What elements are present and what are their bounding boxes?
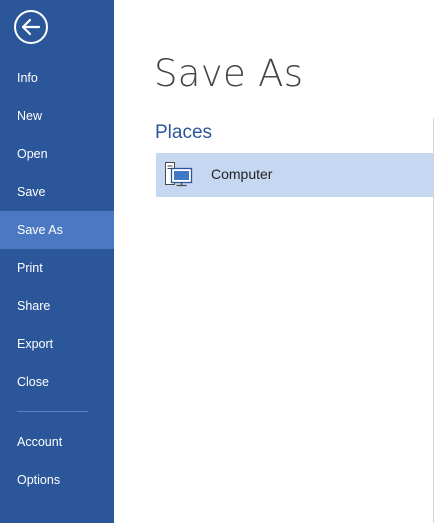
nav-item-share[interactable]: Share [0,287,114,325]
places-separator [433,118,434,523]
save-as-backstage: Info New Open Save Save As Print Share E… [0,0,435,523]
nav-item-save-as[interactable]: Save As [0,211,114,249]
back-button[interactable] [13,9,49,45]
nav-item-new[interactable]: New [0,97,114,135]
computer-icon [165,162,193,187]
nav-item-export[interactable]: Export [0,325,114,363]
backstage-nav: Info New Open Save Save As Print Share E… [0,0,114,523]
page-title: Save As [154,52,304,95]
nav-divider [17,411,88,412]
nav-item-options[interactable]: Options [0,461,114,499]
place-item-computer[interactable]: Computer [156,153,433,197]
nav-item-save[interactable]: Save [0,173,114,211]
places-header: Places [155,122,213,143]
nav-item-open[interactable]: Open [0,135,114,173]
nav-item-print[interactable]: Print [0,249,114,287]
nav-item-account[interactable]: Account [0,423,114,461]
nav-item-close[interactable]: Close [0,363,114,401]
back-arrow-icon [14,10,48,44]
place-label-computer: Computer [211,166,273,182]
nav-item-info[interactable]: Info [0,59,114,97]
